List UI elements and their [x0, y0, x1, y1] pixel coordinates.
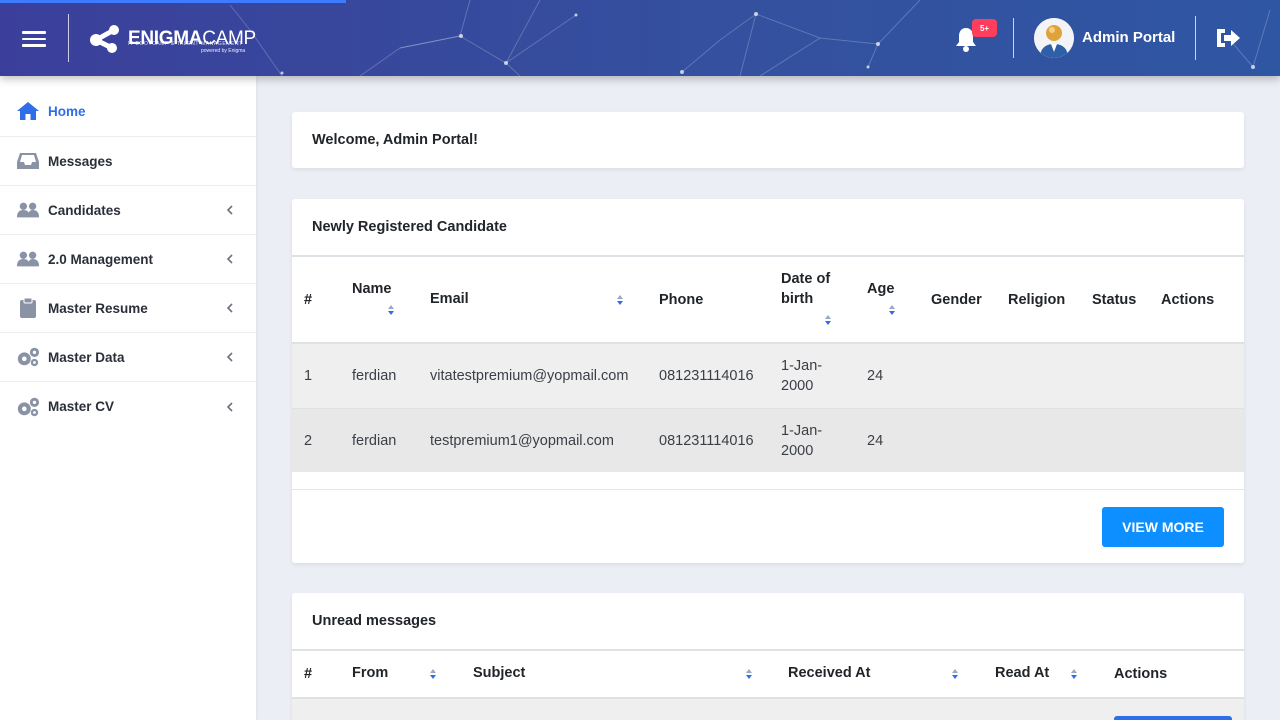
- top-header: ENIGMACAMP IT BOOTCAMP & TALENT MANAGEME…: [0, 0, 1280, 76]
- table-row[interactable]: [292, 699, 1244, 720]
- sidebar-item-label: Home: [48, 103, 86, 119]
- chevron-left-icon: [226, 303, 233, 313]
- divider: [292, 649, 1244, 651]
- welcome-card: Welcome, Admin Portal!: [292, 112, 1244, 168]
- avatar[interactable]: [1034, 18, 1074, 58]
- cell-name: ferdian: [352, 368, 397, 384]
- notification-count-badge: 5+: [972, 19, 997, 37]
- row-action-button[interactable]: [1114, 716, 1232, 720]
- column-header-status: Status: [1092, 292, 1137, 308]
- sidebar-item-master-cv[interactable]: Master CV: [0, 382, 256, 431]
- column-header-from[interactable]: From: [352, 663, 388, 683]
- table-row[interactable]: 2 ferdian testpremium1@yopmail.com 08123…: [292, 408, 1244, 472]
- sidebar-item-candidates[interactable]: Candidates: [0, 186, 256, 235]
- column-header-number: #: [304, 666, 313, 682]
- header-divider: [68, 14, 69, 62]
- sidebar-nav: Home Messages Candidates 2.0 Management …: [0, 76, 256, 720]
- cell-age: 24: [867, 368, 884, 384]
- column-header-actions: Actions: [1114, 666, 1168, 682]
- unread-messages-card: Unread messages # From Subject Received …: [292, 593, 1244, 720]
- enigmacamp-logo[interactable]: ENIGMACAMP IT BOOTCAMP & TALENT MANAGEME…: [88, 22, 256, 54]
- divider: [292, 489, 1244, 490]
- new-candidates-card: Newly Registered Candidate # Name Email …: [292, 199, 1244, 563]
- sidebar-item-label: Master Data: [48, 349, 125, 365]
- logout-icon[interactable]: [1214, 25, 1242, 51]
- sidebar-item-label: Master Resume: [48, 300, 148, 316]
- logo-mark-icon: [90, 25, 119, 53]
- clipboard-icon: [16, 297, 40, 319]
- sidebar-item-master-data[interactable]: Master Data: [0, 333, 256, 382]
- logo-tagline: IT BOOTCAMP & TALENT MANAGEMENT: [128, 41, 243, 47]
- sort-icon[interactable]: [952, 669, 958, 679]
- sort-icon[interactable]: [889, 305, 895, 315]
- sidebar-item-label: Messages: [48, 153, 113, 169]
- menu-toggle-icon[interactable]: [22, 27, 46, 49]
- cell-dob: 1-Jan-2000: [781, 423, 823, 459]
- gears-icon: [16, 396, 40, 418]
- chevron-left-icon: [226, 352, 233, 362]
- cell-phone: 081231114016: [659, 433, 754, 449]
- sidebar-item-label: 2.0 Management: [48, 251, 154, 267]
- logo-powered-by: powered by Enigma: [201, 48, 246, 54]
- users-icon: [16, 248, 40, 270]
- user-avatar-icon: [1034, 18, 1074, 58]
- user-name[interactable]: Admin Portal: [1082, 29, 1175, 46]
- divider: [292, 255, 1244, 257]
- sidebar-item-home[interactable]: Home: [0, 76, 256, 137]
- sort-icon[interactable]: [388, 305, 394, 315]
- cell-email: vitatestpremium@yopmail.com: [430, 368, 629, 384]
- gears-icon: [16, 346, 40, 368]
- sidebar-item-master-resume[interactable]: Master Resume: [0, 284, 256, 333]
- sort-icon[interactable]: [746, 669, 752, 679]
- sidebar-item-label: Candidates: [48, 202, 121, 218]
- column-header-received-at[interactable]: Received At: [788, 663, 870, 683]
- sidebar-item-label: Master CV: [48, 399, 115, 414]
- column-header-number: #: [304, 292, 313, 308]
- column-header-read-at[interactable]: Read At: [995, 663, 1049, 683]
- sidebar-item-messages[interactable]: Messages: [0, 137, 256, 186]
- column-header-religion: Religion: [1008, 292, 1066, 308]
- sort-icon[interactable]: [430, 669, 436, 679]
- chevron-left-icon: [226, 401, 233, 412]
- cell-number: 1: [304, 368, 313, 384]
- cell-age: 24: [867, 433, 884, 449]
- cell-name: ferdian: [352, 433, 397, 449]
- chevron-left-icon: [226, 254, 233, 264]
- cell-email: testpremium1@yopmail.com: [430, 433, 614, 449]
- users-icon: [16, 199, 40, 221]
- column-header-email[interactable]: Email: [430, 289, 469, 309]
- welcome-text: Welcome, Admin Portal!: [312, 132, 478, 148]
- view-more-button[interactable]: VIEW MORE: [1102, 507, 1224, 547]
- header-divider: [1195, 16, 1196, 60]
- inbox-icon: [16, 150, 40, 172]
- column-header-phone: Phone: [659, 292, 704, 308]
- cell-phone: 081231114016: [659, 368, 754, 384]
- column-header-actions: Actions: [1161, 292, 1215, 308]
- cell-number: 2: [304, 433, 313, 449]
- column-header-dob[interactable]: Date of birth: [781, 269, 841, 309]
- column-header-age[interactable]: Age: [867, 279, 894, 299]
- card-title: Unread messages: [312, 613, 437, 629]
- sort-icon[interactable]: [825, 315, 831, 325]
- sort-icon[interactable]: [617, 295, 623, 305]
- sidebar-item-management[interactable]: 2.0 Management: [0, 235, 256, 284]
- header-divider: [1013, 18, 1014, 58]
- sort-icon[interactable]: [1071, 669, 1077, 679]
- table-row[interactable]: 1 ferdian vitatestpremium@yopmail.com 08…: [292, 344, 1244, 408]
- chevron-left-icon: [226, 205, 233, 215]
- cell-dob: 1-Jan-2000: [781, 358, 823, 394]
- column-header-name[interactable]: Name: [352, 279, 392, 299]
- column-header-gender: Gender: [931, 292, 982, 308]
- home-icon: [16, 100, 40, 122]
- card-title: Newly Registered Candidate: [312, 219, 507, 235]
- column-header-subject[interactable]: Subject: [473, 663, 525, 683]
